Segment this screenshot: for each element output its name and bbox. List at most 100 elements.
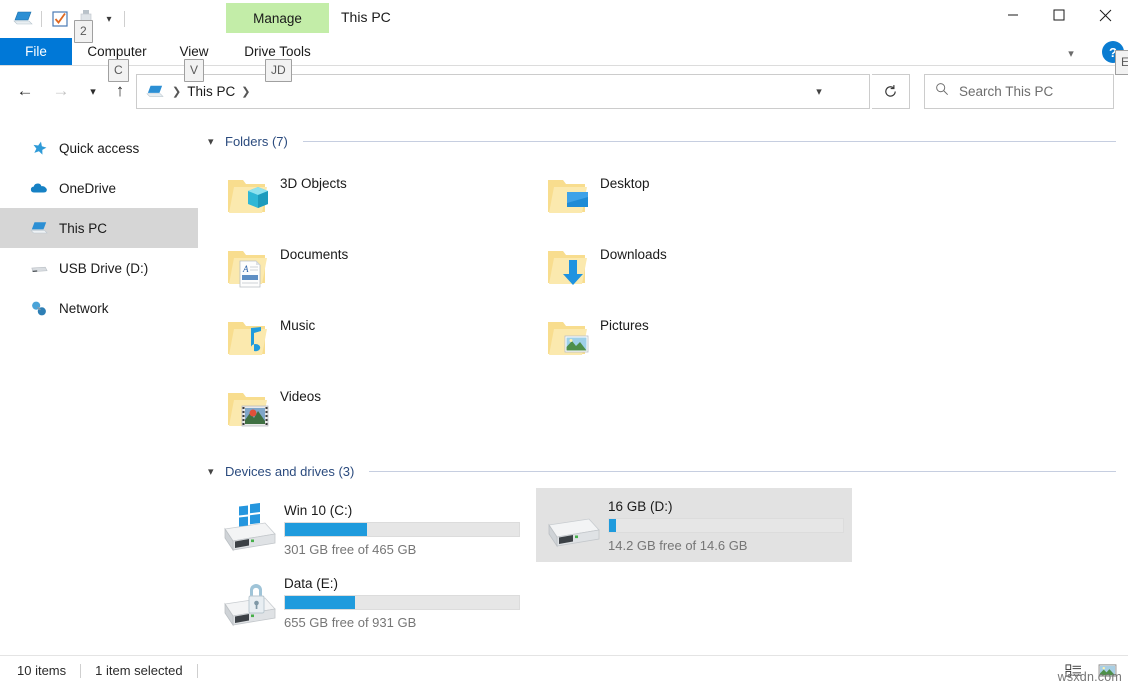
- usb-drive-icon: [30, 259, 48, 277]
- breadcrumb-separator[interactable]: ❯: [167, 85, 186, 98]
- list-item[interactable]: Desktop: [538, 164, 838, 235]
- contextual-tab-manage[interactable]: Manage: [226, 3, 329, 33]
- content-pane: ▾ Folders (7) 3D Objects: [198, 118, 1128, 655]
- group-header-folders[interactable]: ▾ Folders (7): [198, 130, 1128, 152]
- tab-file-label: File: [25, 44, 47, 59]
- search-placeholder: Search This PC: [959, 84, 1053, 99]
- list-item[interactable]: Music: [218, 306, 518, 377]
- keytip-computer: C: [108, 59, 129, 82]
- group-title: Devices and drives (3): [225, 464, 354, 479]
- svg-text:A: A: [242, 264, 249, 274]
- star-icon: [30, 139, 48, 157]
- drive-free-space: 14.2 GB free of 14.6 GB: [608, 538, 852, 553]
- list-item[interactable]: Data (E:) 655 GB free of 931 GB: [212, 567, 528, 636]
- keytip-drive-tools: JD: [265, 59, 292, 82]
- drive-free-space: 301 GB free of 465 GB: [284, 542, 528, 557]
- list-item-label: Desktop: [596, 164, 650, 191]
- window-controls: [990, 0, 1128, 30]
- bitlocker-drive-icon: [216, 572, 284, 632]
- this-pc-icon: [144, 81, 166, 103]
- maximize-icon[interactable]: [1036, 0, 1082, 30]
- this-pc-icon[interactable]: [10, 6, 36, 32]
- chevron-up-icon[interactable]: ▾: [1058, 42, 1084, 64]
- chevron-down-icon[interactable]: ▾: [208, 135, 218, 148]
- network-icon: [30, 299, 48, 317]
- sidebar-item-network[interactable]: Network: [0, 288, 198, 328]
- contextual-tab-label: Manage: [253, 11, 302, 26]
- drive-usage-bar: [608, 518, 844, 533]
- list-item[interactable]: A Documents: [218, 235, 518, 306]
- folder-music-icon: [218, 306, 276, 372]
- refresh-icon[interactable]: [872, 74, 910, 109]
- chevron-down-icon[interactable]: ▾: [208, 465, 218, 478]
- folder-downloads-icon: [538, 235, 596, 301]
- file-explorer-window: ▾ 2 Manage This PC File: [0, 0, 1128, 685]
- drive-usage-bar: [284, 595, 520, 610]
- keytip-help: E: [1115, 50, 1128, 75]
- folder-desktop-icon: [538, 164, 596, 230]
- tab-file[interactable]: File: [0, 38, 72, 65]
- group-divider: [303, 141, 1116, 142]
- properties-icon[interactable]: [47, 6, 73, 32]
- sidebar-item-this-pc[interactable]: This PC: [0, 208, 198, 248]
- list-item[interactable]: Win 10 (C:) 301 GB free of 465 GB: [212, 494, 528, 563]
- removable-drive-icon: [540, 495, 608, 555]
- quick-access-toolbar: ▾: [10, 6, 130, 32]
- list-item[interactable]: Downloads: [538, 235, 838, 306]
- list-item-label: Videos: [276, 377, 321, 404]
- recent-locations-icon[interactable]: ▾: [82, 78, 104, 104]
- qat-divider-2: [124, 11, 125, 27]
- folder-3d-objects-icon: [218, 164, 276, 230]
- sidebar-item-label: OneDrive: [59, 181, 116, 196]
- window-title: This PC: [341, 9, 391, 25]
- forward-arrow-icon: →: [48, 78, 74, 104]
- this-pc-icon: [30, 219, 48, 237]
- list-item[interactable]: 3D Objects: [218, 164, 518, 235]
- minimize-icon[interactable]: [990, 0, 1036, 30]
- address-input[interactable]: ❯ This PC ❯ ▾: [136, 74, 870, 109]
- list-item[interactable]: Videos: [218, 377, 518, 448]
- drive-info: 16 GB (D:) 14.2 GB free of 14.6 GB: [608, 497, 852, 553]
- status-bar: 10 items 1 item selected: [0, 655, 1128, 685]
- group-header-devices[interactable]: ▾ Devices and drives (3): [198, 460, 1128, 482]
- search-icon: [935, 82, 949, 101]
- back-arrow-icon[interactable]: ←: [12, 78, 38, 104]
- ribbon-tabs: File Computer View Drive Tools: [0, 38, 1128, 65]
- navigation-pane: Quick access OneDrive This PC: [0, 118, 198, 655]
- search-input[interactable]: Search This PC: [924, 74, 1114, 109]
- list-item-label: Pictures: [596, 306, 649, 333]
- list-item[interactable]: 16 GB (D:) 14.2 GB free of 14.6 GB: [536, 488, 852, 562]
- qat-divider: [41, 11, 42, 27]
- breadcrumb-item-this-pc[interactable]: This PC: [187, 84, 235, 99]
- title-bar: ▾ 2 Manage This PC: [0, 0, 1128, 38]
- folder-pictures-icon: [538, 306, 596, 372]
- sidebar-item-onedrive[interactable]: OneDrive: [0, 168, 198, 208]
- tab-drive-tools-label: Drive Tools: [244, 44, 311, 59]
- breadcrumb-separator-2[interactable]: ❯: [236, 85, 255, 98]
- sidebar-item-label: Quick access: [59, 141, 139, 156]
- folder-documents-icon: A: [218, 235, 276, 301]
- folder-videos-icon: [218, 377, 276, 443]
- list-item-label: Documents: [276, 235, 348, 262]
- drive-info: Win 10 (C:) 301 GB free of 465 GB: [284, 501, 528, 557]
- qat-dropdown-icon[interactable]: ▾: [99, 6, 119, 32]
- tab-view-label: View: [179, 44, 208, 59]
- watermark: wsxdn.com: [1058, 670, 1122, 684]
- address-dropdown-icon[interactable]: ▾: [805, 75, 833, 108]
- status-selection: 1 item selected: [95, 663, 182, 678]
- close-icon[interactable]: [1082, 0, 1128, 30]
- windows-drive-icon: [216, 499, 284, 559]
- list-item-label: 3D Objects: [276, 164, 347, 191]
- group-divider: [369, 471, 1116, 472]
- list-item-label: Music: [276, 306, 315, 333]
- sidebar-item-label: This PC: [59, 221, 107, 236]
- drive-free-space: 655 GB free of 931 GB: [284, 615, 528, 630]
- drives-grid: Win 10 (C:) 301 GB free of 465 GB: [198, 482, 1128, 642]
- sidebar-item-quick-access[interactable]: Quick access: [0, 128, 198, 168]
- drive-usage-fill: [285, 523, 367, 536]
- drive-info: Data (E:) 655 GB free of 931 GB: [284, 574, 528, 630]
- list-item[interactable]: Pictures: [538, 306, 838, 377]
- status-divider-2: [197, 664, 198, 678]
- sidebar-item-usb-drive[interactable]: USB Drive (D:): [0, 248, 198, 288]
- keytip-view: V: [184, 59, 204, 82]
